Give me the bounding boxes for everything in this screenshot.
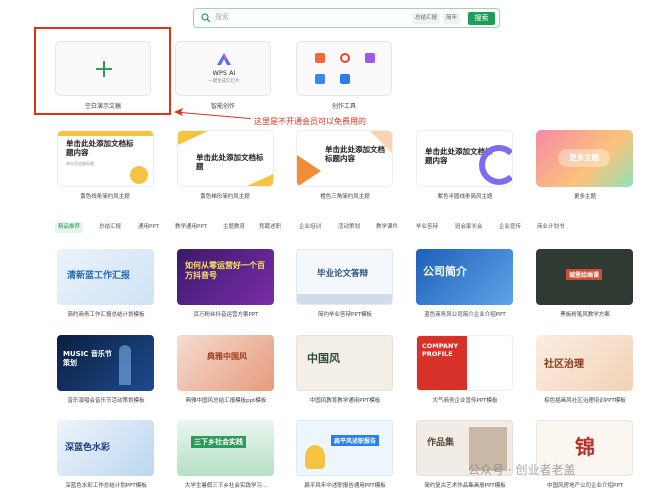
template-card-flat-report[interactable]: 扁平风述职报告	[296, 420, 393, 476]
tab-corporate-training[interactable]: 企业培训	[296, 222, 324, 233]
search-input[interactable]: 搜索	[215, 12, 229, 22]
template-label: 大气商务企业宣传PPT模板	[432, 398, 498, 404]
template-label: 简约毕业答辩PPT模板	[318, 312, 372, 318]
wps-ai-logo-icon	[217, 53, 231, 65]
tab-teaching-general[interactable]: 教学通用PPT	[172, 222, 210, 233]
theme-card-purple-semicircle[interactable]: 单击此处添加文档标题内容	[416, 130, 513, 187]
blank-presentation-tile[interactable]	[55, 41, 151, 96]
tab-class-meeting[interactable]: 班会家长会	[452, 222, 486, 233]
template-label: 音乐演唱会音乐节活动策划模板	[67, 398, 145, 404]
arrow-head-icon	[174, 108, 183, 116]
template-card-blackboard[interactable]: 城堡绘画课	[536, 249, 633, 305]
blank-presentation-label: 空白演示文稿	[84, 103, 121, 110]
tab-courseware[interactable]: 教学课件	[373, 222, 401, 233]
tab-job-report[interactable]: 竞聘述职	[256, 222, 284, 233]
theme-label-more: 更多主题	[573, 194, 596, 200]
creation-tools-tile[interactable]	[296, 41, 392, 96]
template-label: 大学生暑假三下乡社会实践学习...	[184, 483, 268, 489]
template-label: 黑板粉笔风教学方案	[560, 312, 610, 318]
template-label: 棕色插画风社区治理培训PPT模板	[544, 398, 626, 404]
template-card-rural-practice[interactable]: 三下乡社会实践	[177, 420, 274, 476]
template-label: 中国风教育教学通用PPT模板	[309, 398, 381, 404]
tool-chart-icon[interactable]	[315, 74, 325, 84]
tab-summary[interactable]: 总结汇报	[96, 222, 124, 233]
search-bar[interactable]: 搜索 总结汇报 简年 搜索	[193, 8, 500, 28]
theme-card-orange-triangle[interactable]: 单击此处添加文档标题内容	[296, 130, 393, 187]
annotation-arrow	[180, 112, 251, 120]
template-card-chinese-elegant[interactable]: 典雅中国风	[177, 335, 274, 391]
template-label: 百万粉丝抖音运营方案PPT	[193, 312, 259, 318]
theme-label-yellow-trapezoid: 黄色梯形简约风主题	[200, 194, 250, 200]
theme-card-yellow-trapezoid[interactable]: 单击此处添加文档标题	[177, 130, 274, 187]
tab-event-planning[interactable]: 活动策划	[335, 222, 363, 233]
tool-doc-icon[interactable]	[315, 53, 325, 63]
tab-graduation-defense[interactable]: 毕业答辩	[413, 222, 441, 233]
theme-label-purple-semicircle: 紫色半圆线条简风主题	[437, 194, 493, 200]
search-chip-summary[interactable]: 总结汇报	[412, 13, 441, 24]
template-card-company-intro[interactable]: 公司简介	[416, 249, 513, 305]
tool-target-icon[interactable]	[340, 53, 350, 63]
template-card-company-profile[interactable]: COMPANY PROFILE	[416, 335, 513, 391]
annotation-text: 这里是不开通会员可以免费用的	[254, 117, 366, 126]
template-card-music[interactable]: MUSIC 音乐节策划	[57, 335, 154, 391]
wps-ai-title: WPS AI	[212, 69, 236, 77]
theme-card-more[interactable]: 更多主题	[536, 130, 633, 187]
template-card-community[interactable]: 社区治理	[536, 335, 633, 391]
template-label: 蓝色商务风公司简介企业介绍PPT	[424, 312, 506, 318]
search-icon	[201, 13, 211, 23]
template-card-thesis[interactable]: 毕业论文答辩	[296, 249, 393, 305]
wps-ai-subtitle: 一键生成幻灯片	[208, 79, 240, 84]
tool-grid-icon[interactable]	[340, 74, 350, 84]
tab-company-promo[interactable]: 企业宣传	[496, 222, 524, 233]
template-label: 扁平风年中述职报告通用PPT模板	[304, 483, 386, 489]
template-label: 简约复古艺术作品集画册PPT模板	[424, 483, 506, 489]
template-label: 典雅中国风总结汇报模板ppt模板	[185, 398, 267, 404]
template-card-chinese-style[interactable]: 中国风	[296, 335, 393, 391]
template-card-douyin[interactable]: 如何从零运营好一个百万抖音号	[177, 249, 274, 305]
ai-creation-tile[interactable]: WPS AI 一键生成幻灯片	[175, 41, 271, 96]
search-button[interactable]: 搜索	[468, 12, 495, 25]
theme-label-yellow-lines: 黄色线条简约风主题	[80, 194, 130, 200]
theme-card-yellow-lines[interactable]: 单击此处添加文档标题内容 单击添加副标题	[57, 130, 154, 187]
tab-general[interactable]: 通用PPT	[135, 222, 162, 233]
watermark-text: 公众号 · 创业者老盖	[468, 463, 576, 477]
template-label: 简约商务工作汇报总结计划模板	[67, 312, 145, 318]
template-card-watercolor[interactable]: 深蓝色水彩	[57, 420, 154, 476]
tab-theme-education[interactable]: 主题教育	[220, 222, 248, 233]
template-label: 深蓝色水彩工作总结计划PPT模板	[65, 483, 147, 489]
ai-creation-label: 智能创作	[210, 103, 235, 110]
tool-image-icon[interactable]	[365, 53, 375, 63]
template-label: 中国风房地产公司企业介绍PPT	[547, 483, 623, 489]
more-themes-badge: 更多主题	[558, 149, 610, 167]
search-chip-year[interactable]: 简年	[443, 13, 461, 24]
tab-business-plan[interactable]: 商业计划书	[534, 222, 568, 233]
theme-label-orange-triangle: 橙色三角简约风主题	[320, 194, 370, 200]
template-card-blue-report[interactable]: 清新蓝工作汇报	[57, 249, 154, 305]
tab-featured[interactable]: 精品推荐	[55, 222, 84, 233]
creation-tools-label: 创作工具	[331, 103, 356, 110]
